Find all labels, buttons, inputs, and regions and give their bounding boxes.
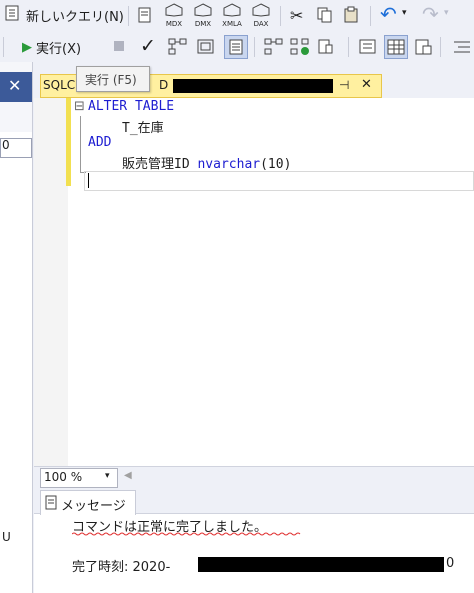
results-to-grid-icon[interactable]	[384, 35, 408, 59]
play-icon: ▶	[22, 39, 32, 55]
change-indicator-bar	[66, 98, 71, 186]
intellisense-toggle-icon[interactable]	[224, 35, 248, 59]
messages-icon	[45, 495, 59, 514]
tab-title-start: SQLC	[43, 78, 76, 92]
code-add[interactable]: ADD	[88, 135, 111, 150]
dmx-query-button[interactable]: DMX	[191, 3, 215, 28]
dax-label: DAX	[253, 20, 269, 28]
left-panel-item-label-u: U	[2, 530, 11, 544]
new-query-button[interactable]: 新しいクエリ(N)	[4, 4, 124, 26]
tab-title-mid: D	[159, 78, 169, 92]
undo-icon[interactable]: ↶	[380, 2, 397, 26]
code-alter-table[interactable]: ALTER TABLE	[88, 99, 174, 114]
cube-icon	[165, 3, 183, 17]
cube-icon	[194, 3, 212, 17]
results-to-text-icon[interactable]	[358, 38, 378, 60]
new-query-label: 新しいクエリ(N)	[26, 9, 124, 25]
dax-query-button[interactable]: DAX	[249, 3, 273, 28]
actual-plan-icon[interactable]	[264, 38, 284, 60]
messages-tab-label: メッセージ	[61, 499, 126, 514]
editor-gutter	[34, 98, 68, 468]
xmla-query-button[interactable]: XMLA	[219, 3, 245, 28]
redacted-completion-time	[198, 557, 444, 572]
current-line-highlight	[84, 171, 474, 191]
cube-icon	[252, 3, 270, 17]
toolbar-top: 新しいクエリ(N) MDX DMX XMLA DAX ✂ ↶ ▾ ↷ ▾	[0, 0, 474, 32]
tab-messages[interactable]: メッセージ	[40, 490, 136, 515]
code-type: nvarchar	[197, 157, 261, 172]
zoom-value: 100 %	[44, 470, 83, 484]
redacted-tab-title	[173, 79, 333, 93]
dmx-label: DMX	[194, 20, 212, 28]
parse-check-icon[interactable]: ✓	[140, 35, 156, 57]
left-panel-item-label: 0	[2, 138, 10, 152]
mdx-query-button[interactable]: MDX	[162, 3, 186, 28]
results-to-file-icon[interactable]	[414, 38, 434, 60]
completion-time-tail: 0	[446, 556, 455, 571]
undo-dropdown-icon[interactable]: ▾	[402, 8, 407, 18]
zoom-dropdown-arrow-icon: ▾	[105, 471, 110, 481]
paste-icon[interactable]	[342, 6, 360, 28]
pin-icon[interactable]: ⊣	[339, 78, 349, 92]
xmla-label: XMLA	[222, 20, 242, 28]
execute-button[interactable]: ▶ 実行(X)	[22, 36, 81, 58]
zoom-dropdown[interactable]: 100 % ▾	[40, 468, 118, 488]
redo-icon[interactable]: ↷	[422, 2, 439, 26]
new-query-icon	[4, 4, 22, 26]
stop-icon[interactable]	[114, 41, 124, 51]
comment-lines-icon[interactable]	[452, 39, 472, 59]
text-cursor	[88, 173, 89, 188]
tooltip-text: 実行 (F5)	[85, 73, 137, 87]
client-stats-icon[interactable]	[316, 38, 336, 60]
code-column-line[interactable]: 販売管理ID nvarchar(10)	[122, 153, 291, 172]
db-query-icon[interactable]	[136, 6, 154, 28]
spellcheck-squiggle	[72, 532, 301, 536]
left-panel: ✕ 0 U	[0, 62, 33, 593]
completion-time-label: 完了時刻: 2020-	[72, 560, 171, 575]
left-panel-close-icon[interactable]: ✕	[8, 76, 21, 95]
execute-label: 実行(X)	[36, 41, 82, 57]
mdx-label: MDX	[165, 20, 183, 28]
estimated-plan-icon[interactable]	[168, 38, 188, 60]
left-panel-content	[0, 132, 32, 593]
code-length: (10)	[260, 157, 292, 172]
redo-dropdown-icon[interactable]: ▾	[444, 8, 449, 18]
toolbar-sql-editor: ▶ 実行(X) ✓	[0, 33, 474, 61]
scroll-left-icon[interactable]: ◀	[124, 470, 132, 481]
execute-tooltip: 実行 (F5)	[76, 66, 150, 92]
code-column-name: 販売管理ID	[122, 157, 198, 172]
live-stats-icon[interactable]	[290, 38, 310, 60]
code-table-name[interactable]: T_在庫	[122, 117, 164, 136]
tab-close-icon[interactable]: ✕	[361, 77, 372, 92]
copy-icon[interactable]	[316, 6, 334, 28]
query-options-icon[interactable]	[196, 38, 216, 60]
outline-guide	[80, 116, 81, 172]
cube-icon	[223, 3, 241, 17]
collapse-icon[interactable]: ⊟	[74, 99, 85, 114]
cut-icon[interactable]: ✂	[290, 6, 303, 25]
